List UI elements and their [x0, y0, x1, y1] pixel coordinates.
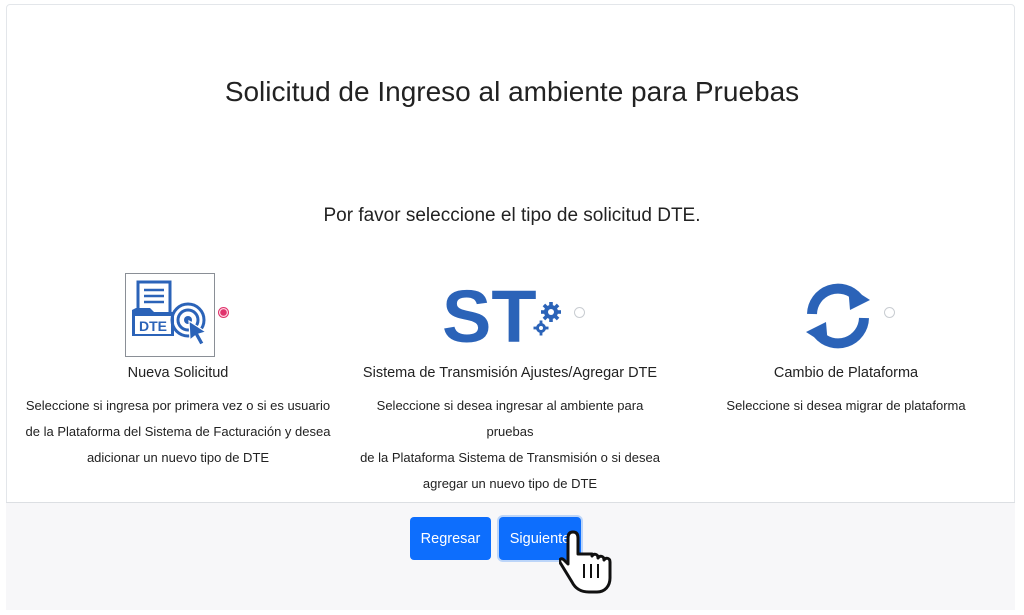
next-button[interactable]: Siguiente	[499, 517, 581, 560]
option-desc-line: Seleccione si desea ingresar al ambiente…	[376, 398, 644, 439]
option-title: Cambio de Plataforma	[773, 365, 919, 381]
option-title: Sistema de Transmisión Ajustes/Agregar D…	[362, 365, 658, 381]
option-description: Seleccione si desea migrar de plataforma	[688, 393, 1004, 419]
option-desc-line: adicionar un nuevo tipo de DTE	[86, 450, 270, 465]
page-title: Solicitud de Ingreso al ambiente para Pr…	[224, 76, 800, 107]
option-icon-wrap: ST	[352, 270, 668, 358]
option-desc-line: Seleccione si desea migrar de plataforma	[726, 398, 966, 413]
back-button[interactable]: Regresar	[410, 517, 491, 560]
st-gears-icon[interactable]: ST	[442, 280, 572, 350]
option-radio-nueva-solicitud[interactable]	[218, 307, 229, 318]
option-desc-line: agregar un nuevo tipo de DTE	[422, 476, 598, 491]
option-desc-line: de la Plataforma Sistema de Transmisión …	[360, 450, 660, 465]
option-radio-sistema-transmision[interactable]	[574, 307, 585, 318]
option-desc-line: Seleccione si ingresa por primera vez o …	[25, 398, 331, 413]
option-description: Seleccione si desea ingresar al ambiente…	[352, 393, 668, 497]
option-radio-cambio-plataforma[interactable]	[884, 307, 895, 318]
option-icon-wrap	[688, 270, 1004, 358]
option-icon-wrap: DTE	[20, 270, 336, 358]
option-description: Seleccione si ingresa por primera vez o …	[20, 393, 336, 471]
page: Solicitud de Ingreso al ambiente para Pr…	[0, 0, 1024, 615]
option-desc-line: de la Plataforma del Sistema de Facturac…	[25, 424, 331, 439]
option-nueva-solicitud[interactable]: DTE Nueva Solicitud Seleccione si ingres…	[20, 270, 336, 465]
option-cambio-plataforma[interactable]: Cambio de Plataforma Seleccione si desea…	[688, 270, 1004, 413]
dte-document-target-icon[interactable]: DTE	[125, 273, 215, 357]
option-title: Nueva Solicitud	[127, 365, 229, 381]
st-icon-text: ST	[442, 280, 537, 350]
option-sistema-transmision[interactable]: ST Sistema de Transmisión Ajustes/Agrega…	[352, 270, 668, 491]
dte-icon-text: DTE	[139, 318, 167, 334]
sync-arrows-icon[interactable]	[800, 278, 876, 354]
page-subtitle: Por favor seleccione el tipo de solicitu…	[323, 205, 701, 226]
